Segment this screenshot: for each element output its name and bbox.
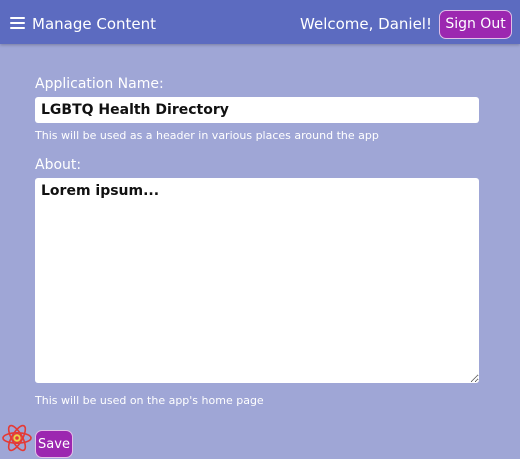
- page-title: Manage Content: [32, 15, 157, 33]
- hamburger-menu-icon[interactable]: [10, 17, 25, 29]
- app-name-help-text: This will be used as a header in various…: [35, 129, 379, 142]
- about-textarea[interactable]: Lorem ipsum...: [35, 178, 479, 383]
- app-name-label: Application Name:: [35, 76, 164, 92]
- menu-line: [10, 17, 25, 19]
- welcome-message: Welcome, Daniel!: [300, 15, 432, 33]
- about-help-text: This will be used on the app's home page: [35, 394, 264, 407]
- menu-line: [10, 22, 25, 24]
- menu-line: [10, 27, 25, 29]
- save-button[interactable]: Save: [35, 430, 73, 458]
- app-name-input[interactable]: [35, 97, 479, 123]
- sign-out-button[interactable]: Sign Out: [439, 10, 512, 39]
- react-atom-icon[interactable]: [1, 422, 33, 454]
- about-label: About:: [35, 157, 82, 173]
- app-header: Manage Content Welcome, Daniel! Sign Out: [0, 0, 520, 44]
